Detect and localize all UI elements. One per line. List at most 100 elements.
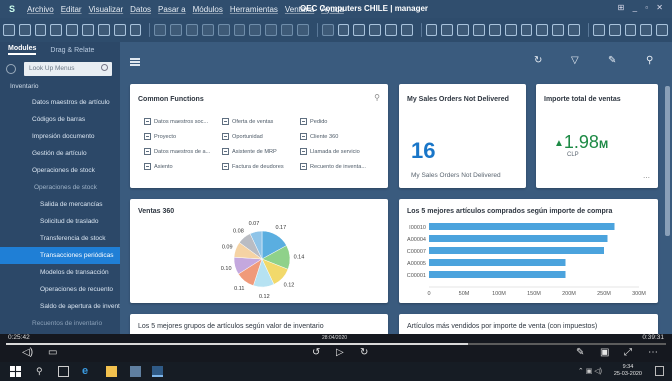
common-function-link[interactable]: Pedido <box>300 114 378 129</box>
toolbar-button-icon[interactable] <box>217 24 230 36</box>
toolbar-button-icon[interactable] <box>233 24 246 36</box>
tree-item[interactable]: Transacciones periódicas <box>0 247 120 264</box>
toolbar-button-icon[interactable] <box>608 24 621 36</box>
search-icon[interactable]: ⚲ <box>374 93 380 102</box>
tree-item[interactable]: Salida de mercancías <box>0 196 120 213</box>
toolbar-button-icon[interactable] <box>592 24 605 36</box>
sap-b1-taskbar-icon[interactable] <box>152 366 163 377</box>
toolbar-button-icon[interactable] <box>66 24 79 36</box>
toolbar-button-icon[interactable] <box>400 24 413 36</box>
toolbar-button-icon[interactable] <box>441 24 454 36</box>
tab-drag-relate[interactable]: Drag & Relate <box>50 47 94 54</box>
toolbar-button-icon[interactable] <box>82 24 94 36</box>
system-tray-icons[interactable]: ⌃ ▣ ◁) <box>578 367 602 375</box>
volume-icon[interactable]: ◁) <box>22 348 33 358</box>
toolbar-button-icon[interactable] <box>265 24 278 36</box>
tree-item[interactable]: Operaciones de recuento <box>0 281 120 298</box>
toolbar-button-icon[interactable] <box>170 24 183 36</box>
sales-orders-card[interactable]: My Sales Orders Not Delivered 16 My Sale… <box>399 84 526 188</box>
edit-pencil-icon[interactable]: ✎ <box>608 56 618 66</box>
toolbar-button-icon[interactable] <box>457 24 470 36</box>
toolbar-button-icon[interactable] <box>425 24 438 36</box>
common-function-link[interactable]: Factura de deudores <box>222 159 300 174</box>
toolbar-button-icon[interactable] <box>656 24 669 36</box>
toolbar-button-icon[interactable] <box>113 24 126 36</box>
toolbar-button-icon[interactable] <box>18 24 31 36</box>
refresh-icon[interactable]: ↻ <box>534 56 544 66</box>
toolbar-button-icon[interactable] <box>504 24 517 36</box>
toolbar-button-icon[interactable] <box>34 24 47 36</box>
menu-datos[interactable]: Datos <box>130 5 151 14</box>
toolbar-button-icon[interactable] <box>520 24 533 36</box>
notification-icon[interactable] <box>655 366 664 376</box>
toolbar-button-icon[interactable] <box>50 24 63 36</box>
fullscreen-icon[interactable]: ⤢ <box>624 348 632 358</box>
toolbar-button-icon[interactable] <box>385 24 397 36</box>
toolbar-button-icon[interactable] <box>281 24 293 36</box>
bar[interactable] <box>429 247 604 254</box>
tree-item[interactable]: Transferencia de stock <box>0 230 120 247</box>
toolbar-button-icon[interactable] <box>129 24 142 36</box>
toolbar-button-icon[interactable] <box>640 24 653 36</box>
common-function-link[interactable]: Oferta de ventas <box>222 114 300 129</box>
common-function-link[interactable]: Proyecto <box>144 129 222 144</box>
tree-section-inventario[interactable]: Inventario <box>0 80 120 94</box>
tree-item[interactable]: Solicitud de traslado <box>0 213 120 230</box>
task-view-icon[interactable] <box>58 366 69 377</box>
menu-herramientas[interactable]: Herramientas <box>230 5 278 14</box>
toolbar-button-icon[interactable] <box>488 24 501 36</box>
toolbar-button-icon[interactable] <box>186 24 198 36</box>
file-explorer-icon[interactable] <box>106 366 117 377</box>
total-sales-card[interactable]: Importe total de ventas ▲1.98M CLP ⋯ <box>536 84 658 188</box>
more-options-icon[interactable]: ⋯ <box>648 348 658 358</box>
toolbar-button-icon[interactable] <box>337 24 350 36</box>
bar[interactable] <box>429 259 566 266</box>
toolbar-button-icon[interactable] <box>552 24 565 36</box>
common-function-link[interactable]: Asiento <box>144 159 222 174</box>
common-function-link[interactable]: Datos maestros de a... <box>144 144 222 159</box>
tree-item[interactable]: Operaciones de stock <box>0 179 120 196</box>
bar[interactable] <box>429 235 608 242</box>
search-icon[interactable]: ⚲ <box>36 366 47 377</box>
tree-item[interactable]: Datos maestros de artículo <box>0 94 120 111</box>
toolbar-button-icon[interactable] <box>3 24 15 36</box>
taskbar-clock[interactable]: 9:34 25-03-2020 <box>614 364 642 378</box>
tree-item[interactable]: Modelos de transacción <box>0 264 120 281</box>
toolbar-button-icon[interactable] <box>154 24 167 36</box>
more-icon[interactable]: ⋯ <box>643 174 650 182</box>
play-icon[interactable]: ▷ <box>336 348 344 358</box>
menu-pasar-a[interactable]: Pasar a <box>158 5 186 14</box>
tree-item[interactable]: Recuentos de inventario <box>0 315 120 332</box>
toolbar-button-icon[interactable] <box>536 24 549 36</box>
tree-item[interactable]: Operaciones de stock <box>0 162 120 179</box>
rewind-icon[interactable]: ↺ <box>312 348 320 358</box>
common-function-link[interactable]: Recuento de inventa... <box>300 159 378 174</box>
bar[interactable] <box>429 223 615 230</box>
toolbar-button-icon[interactable] <box>296 24 309 36</box>
subtitles-icon[interactable]: ▭ <box>48 348 57 358</box>
windows-start-icon[interactable] <box>10 366 21 377</box>
hamburger-menu-icon[interactable] <box>130 58 140 66</box>
toolbar-button-icon[interactable] <box>249 24 262 36</box>
common-function-link[interactable]: Oportunidad <box>222 129 300 144</box>
common-function-link[interactable]: Llamada de servicio <box>300 144 378 159</box>
search-icon[interactable] <box>6 64 16 74</box>
search-icon[interactable]: ⚲ <box>646 56 656 66</box>
tree-item[interactable]: Gestión de artículo <box>0 145 120 162</box>
toolbar-button-icon[interactable] <box>353 24 366 36</box>
pencil-icon[interactable]: ✎ <box>576 348 584 358</box>
bar[interactable] <box>429 271 566 278</box>
app-icon[interactable] <box>130 366 141 377</box>
toolbar-button-icon[interactable] <box>97 24 110 36</box>
menu-visualizar[interactable]: Visualizar <box>89 5 124 14</box>
menu-editar[interactable]: Editar <box>61 5 82 14</box>
edge-browser-icon[interactable]: e <box>82 366 93 377</box>
common-function-link[interactable]: Cliente 360 <box>300 129 378 144</box>
tree-item[interactable]: Impresión documento <box>0 128 120 145</box>
toolbar-button-icon[interactable] <box>568 24 580 36</box>
toolbar-button-icon[interactable] <box>321 24 334 36</box>
scrollbar[interactable] <box>665 86 670 236</box>
menu-search-input[interactable]: Look Up Menus <box>24 62 112 76</box>
menu-modulos[interactable]: Módulos <box>193 5 223 14</box>
tree-item[interactable]: Códigos de barras <box>0 111 120 128</box>
